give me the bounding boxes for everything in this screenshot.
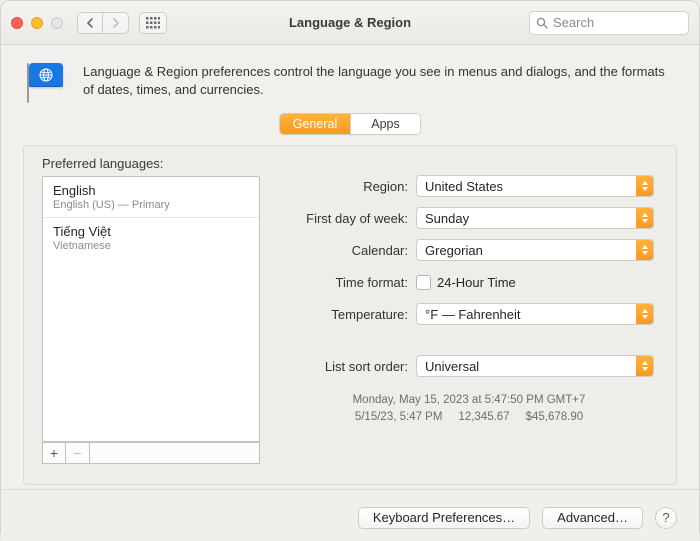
language-name: Tiếng Việt	[53, 224, 249, 239]
search-field[interactable]: Search	[529, 11, 689, 35]
first-day-value: Sunday	[425, 211, 469, 226]
language-detail: Vietnamese	[53, 240, 249, 252]
chevrons-updown-icon	[636, 176, 653, 196]
general-panel: Preferred languages: English English (US…	[23, 145, 677, 485]
preferred-languages-list[interactable]: English English (US) — Primary Tiếng Việ…	[42, 176, 260, 442]
keyboard-preferences-button[interactable]: Keyboard Preferences…	[358, 507, 530, 529]
temperature-value: °F — Fahrenheit	[425, 307, 521, 322]
first-day-popup[interactable]: Sunday	[416, 207, 654, 229]
minimize-window-button[interactable]	[31, 17, 43, 29]
pane-description: Language & Region preferences control th…	[83, 59, 677, 98]
settings-form: Region: United States First day of week:…	[284, 174, 654, 427]
list-controls: + −	[42, 442, 260, 464]
traffic-lights	[11, 17, 63, 29]
show-all-button[interactable]	[139, 12, 167, 34]
search-icon	[536, 17, 548, 29]
remove-language-button[interactable]: −	[66, 442, 90, 464]
grid-icon	[146, 17, 160, 29]
24hour-checkbox[interactable]	[416, 275, 431, 290]
preferred-languages-label: Preferred languages:	[42, 156, 163, 171]
globe-icon	[37, 66, 55, 84]
region-popup[interactable]: United States	[416, 175, 654, 197]
titlebar: Language & Region Search	[1, 1, 699, 45]
search-placeholder: Search	[553, 15, 594, 30]
calendar-popup[interactable]: Gregorian	[416, 239, 654, 261]
tab-general[interactable]: General	[280, 114, 350, 134]
list-item[interactable]: Tiếng Việt Vietnamese	[43, 217, 259, 258]
temperature-label: Temperature:	[284, 307, 416, 322]
chevron-right-icon	[112, 18, 120, 28]
list-footer-bar	[90, 442, 260, 464]
close-window-button[interactable]	[11, 17, 23, 29]
advanced-button[interactable]: Advanced…	[542, 507, 643, 529]
example-short-date: 5/15/23, 5:47 PM	[355, 411, 443, 423]
tab-apps[interactable]: Apps	[350, 114, 420, 134]
nav-back-forward	[77, 12, 129, 34]
sort-order-value: Universal	[425, 359, 479, 374]
pane-header: Language & Region preferences control th…	[1, 45, 699, 109]
example-currency: $45,678.90	[526, 411, 584, 423]
list-item[interactable]: English English (US) — Primary	[43, 177, 259, 217]
time-format-label: Time format:	[284, 275, 416, 290]
24hour-checkbox-label: 24-Hour Time	[437, 275, 516, 290]
sort-order-label: List sort order:	[284, 359, 416, 374]
back-button[interactable]	[77, 12, 103, 34]
zoom-window-button[interactable]	[51, 17, 63, 29]
add-language-button[interactable]: +	[42, 442, 66, 464]
chevron-left-icon	[86, 18, 94, 28]
calendar-label: Calendar:	[284, 243, 416, 258]
chevrons-updown-icon	[636, 356, 653, 376]
chevrons-updown-icon	[636, 208, 653, 228]
sort-order-popup[interactable]: Universal	[416, 355, 654, 377]
language-name: English	[53, 183, 249, 198]
tab-bar: General Apps	[1, 109, 699, 145]
footer: Keyboard Preferences… Advanced… ?	[1, 489, 699, 541]
calendar-value: Gregorian	[425, 243, 483, 258]
temperature-popup[interactable]: °F — Fahrenheit	[416, 303, 654, 325]
region-value: United States	[425, 179, 503, 194]
chevrons-updown-icon	[636, 304, 653, 324]
example-long-date: Monday, May 15, 2023 at 5:47:50 PM GMT+7	[284, 392, 654, 409]
preferences-window: Language & Region Search Language & Regi…	[0, 0, 700, 541]
first-day-label: First day of week:	[284, 211, 416, 226]
format-examples: Monday, May 15, 2023 at 5:47:50 PM GMT+7…	[284, 392, 654, 427]
forward-button[interactable]	[103, 12, 129, 34]
language-region-icon	[23, 59, 67, 103]
language-detail: English (US) — Primary	[53, 199, 249, 211]
region-label: Region:	[284, 179, 416, 194]
help-button[interactable]: ?	[655, 507, 677, 529]
chevrons-updown-icon	[636, 240, 653, 260]
example-number: 12,345.67	[458, 411, 509, 423]
